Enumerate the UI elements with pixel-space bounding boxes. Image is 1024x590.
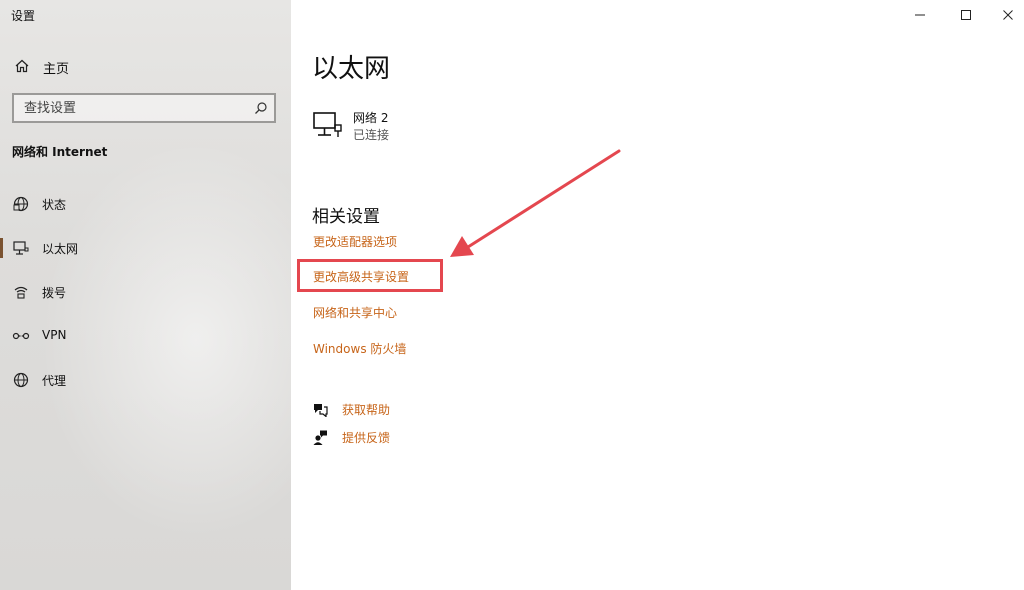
globe-icon (12, 371, 30, 389)
change-advanced-sharing-link[interactable]: 更改高级共享设置 (313, 268, 409, 285)
section-title: 网络和 Internet (12, 145, 108, 159)
close-icon (1003, 10, 1013, 20)
sidebar: 设置 主页 网络和 Internet 状态 以太网 拨号 VP (0, 0, 291, 590)
change-adapter-options-link[interactable]: 更改适配器选项 (313, 233, 397, 250)
help-chat-icon (312, 401, 328, 418)
feedback-icon (312, 429, 328, 445)
search-icon[interactable] (254, 100, 268, 114)
get-help-item[interactable]: 获取帮助 (312, 399, 512, 421)
search-box[interactable] (12, 93, 276, 123)
give-feedback-item[interactable]: 提供反馈 (312, 427, 512, 449)
dialup-icon (12, 283, 30, 301)
sidebar-item-label: 以太网 (42, 242, 79, 256)
give-feedback-label: 提供反馈 (342, 431, 391, 445)
sidebar-item-dialup[interactable]: 拨号 (0, 274, 291, 310)
get-help-label: 获取帮助 (342, 403, 391, 417)
network-name: 网络 2 (353, 111, 389, 125)
sidebar-item-vpn[interactable]: VPN (0, 318, 291, 354)
minimize-icon (915, 14, 925, 16)
page-title: 以太网 (312, 54, 391, 84)
sidebar-item-status[interactable]: 状态 (0, 186, 291, 222)
sidebar-item-label: VPN (42, 328, 67, 342)
app-title: 设置 (11, 9, 36, 23)
search-input[interactable] (14, 95, 244, 121)
maximize-icon (961, 10, 971, 20)
sidebar-item-ethernet[interactable]: 以太网 (0, 230, 291, 266)
network-sharing-center-link[interactable]: 网络和共享中心 (313, 304, 397, 321)
sidebar-item-label: 拨号 (42, 286, 67, 300)
related-settings-title: 相关设置 (312, 207, 380, 227)
close-button[interactable] (985, 0, 1024, 30)
windows-firewall-link[interactable]: Windows 防火墙 (313, 340, 406, 357)
sidebar-item-label: 状态 (42, 198, 67, 212)
maximize-button[interactable] (943, 0, 989, 30)
ethernet-network-icon (312, 110, 344, 140)
sidebar-item-proxy[interactable]: 代理 (0, 362, 291, 398)
sidebar-item-label: 代理 (42, 374, 67, 388)
network-status: 已连接 (353, 128, 390, 142)
home-icon (13, 57, 31, 75)
minimize-button[interactable] (897, 0, 943, 30)
home-label: 主页 (43, 62, 70, 77)
home-nav-item[interactable]: 主页 (0, 52, 291, 80)
vpn-icon (12, 327, 30, 345)
network-card[interactable]: 网络 2 已连接 (312, 106, 572, 146)
globe-status-icon (12, 195, 30, 213)
ethernet-icon (12, 239, 30, 257)
